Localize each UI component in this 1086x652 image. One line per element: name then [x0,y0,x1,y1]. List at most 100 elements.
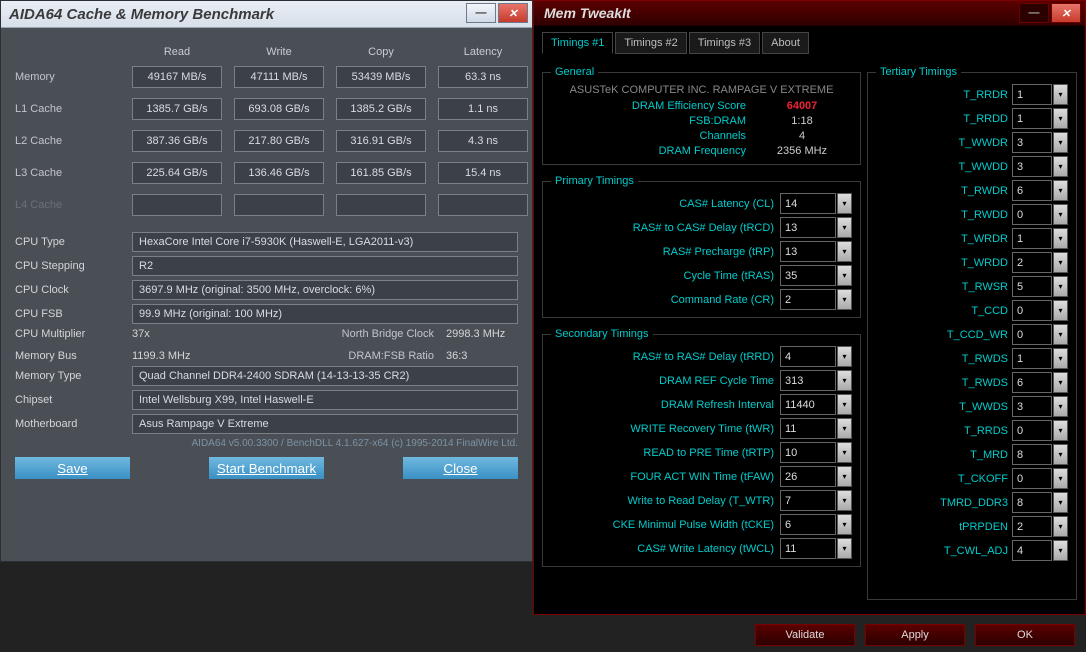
timing-input[interactable] [1012,348,1052,369]
chevron-down-icon[interactable]: ▾ [837,418,852,439]
timing-input[interactable] [1012,84,1052,105]
timing-input[interactable] [1012,108,1052,129]
chevron-down-icon[interactable]: ▾ [1053,180,1068,201]
chevron-down-icon[interactable]: ▾ [837,346,852,367]
timing-input[interactable] [780,538,836,559]
chevron-down-icon[interactable]: ▾ [837,370,852,391]
timing-input[interactable] [1012,420,1052,441]
tab-timings-3[interactable]: Timings #3 [689,32,760,54]
timing-spinner[interactable]: ▾ [1012,84,1068,105]
timing-spinner[interactable]: ▾ [1012,516,1068,537]
timing-spinner[interactable]: ▾ [1012,540,1068,561]
cell-memory-write[interactable]: 47111 MB/s [234,66,324,88]
cell-l1-read[interactable]: 1385.7 GB/s [132,98,222,120]
timing-input[interactable] [780,370,836,391]
timing-spinner[interactable]: ▾ [1012,396,1068,417]
chevron-down-icon[interactable]: ▾ [1053,156,1068,177]
chevron-down-icon[interactable]: ▾ [1053,348,1068,369]
timing-spinner[interactable]: ▾ [1012,252,1068,273]
chevron-down-icon[interactable]: ▾ [1053,132,1068,153]
timing-input[interactable] [1012,276,1052,297]
timing-spinner[interactable]: ▾ [780,193,852,214]
chevron-down-icon[interactable]: ▾ [1053,324,1068,345]
chevron-down-icon[interactable]: ▾ [1053,396,1068,417]
timing-input[interactable] [780,418,836,439]
timing-spinner[interactable]: ▾ [1012,372,1068,393]
timing-spinner[interactable]: ▾ [780,538,852,559]
minimize-button[interactable]: — [1019,3,1049,23]
timing-input[interactable] [1012,180,1052,201]
close-button[interactable]: ✕ [1051,3,1081,23]
cell-l2-copy[interactable]: 316.91 GB/s [336,130,426,152]
cell-memory-lat[interactable]: 63.3 ns [438,66,528,88]
timing-input[interactable] [780,514,836,535]
chevron-down-icon[interactable]: ▾ [837,538,852,559]
timing-input[interactable] [1012,300,1052,321]
timing-input[interactable] [1012,204,1052,225]
chevron-down-icon[interactable]: ▾ [837,490,852,511]
timing-input[interactable] [780,490,836,511]
timing-input[interactable] [1012,540,1052,561]
chevron-down-icon[interactable]: ▾ [837,241,852,262]
cell-l1-lat[interactable]: 1.1 ns [438,98,528,120]
timing-spinner[interactable]: ▾ [1012,276,1068,297]
chevron-down-icon[interactable]: ▾ [837,466,852,487]
tab-about[interactable]: About [762,32,809,54]
cell-memory-copy[interactable]: 53439 MB/s [336,66,426,88]
timing-spinner[interactable]: ▾ [1012,420,1068,441]
minimize-button[interactable]: — [466,3,496,23]
chevron-down-icon[interactable]: ▾ [837,442,852,463]
timing-spinner[interactable]: ▾ [780,418,852,439]
timing-input[interactable] [1012,444,1052,465]
timing-input[interactable] [780,241,836,262]
timing-spinner[interactable]: ▾ [1012,324,1068,345]
cell-l2-read[interactable]: 387.36 GB/s [132,130,222,152]
timing-spinner[interactable]: ▾ [1012,492,1068,513]
timing-input[interactable] [780,289,836,310]
chevron-down-icon[interactable]: ▾ [837,193,852,214]
chevron-down-icon[interactable]: ▾ [837,514,852,535]
cell-memory-read[interactable]: 49167 MB/s [132,66,222,88]
aida64-titlebar[interactable]: AIDA64 Cache & Memory Benchmark — ✕ [1,1,532,28]
timing-input[interactable] [780,265,836,286]
timing-spinner[interactable]: ▾ [780,490,852,511]
timing-input[interactable] [780,217,836,238]
chevron-down-icon[interactable]: ▾ [1053,372,1068,393]
ok-button[interactable]: OK [975,624,1075,646]
cell-l2-lat[interactable]: 4.3 ns [438,130,528,152]
chevron-down-icon[interactable]: ▾ [1053,228,1068,249]
chevron-down-icon[interactable]: ▾ [1053,204,1068,225]
timing-spinner[interactable]: ▾ [780,289,852,310]
timing-spinner[interactable]: ▾ [1012,348,1068,369]
chevron-down-icon[interactable]: ▾ [1053,516,1068,537]
start-benchmark-button[interactable]: Start Benchmark [209,457,324,479]
chevron-down-icon[interactable]: ▾ [837,394,852,415]
timing-spinner[interactable]: ▾ [1012,180,1068,201]
cell-l3-copy[interactable]: 161.85 GB/s [336,162,426,184]
timing-spinner[interactable]: ▾ [1012,132,1068,153]
cell-l3-read[interactable]: 225.64 GB/s [132,162,222,184]
timing-spinner[interactable]: ▾ [780,217,852,238]
timing-spinner[interactable]: ▾ [780,346,852,367]
timing-spinner[interactable]: ▾ [1012,156,1068,177]
timing-spinner[interactable]: ▾ [1012,228,1068,249]
timing-input[interactable] [1012,252,1052,273]
chevron-down-icon[interactable]: ▾ [837,217,852,238]
cell-l3-lat[interactable]: 15.4 ns [438,162,528,184]
timing-spinner[interactable]: ▾ [1012,444,1068,465]
timing-spinner[interactable]: ▾ [780,514,852,535]
tab-timings-2[interactable]: Timings #2 [615,32,686,54]
save-button[interactable]: Save [15,457,130,479]
cell-l2-write[interactable]: 217.80 GB/s [234,130,324,152]
timing-input[interactable] [780,193,836,214]
timing-spinner[interactable]: ▾ [780,442,852,463]
timing-input[interactable] [1012,516,1052,537]
timing-input[interactable] [1012,156,1052,177]
cell-l1-write[interactable]: 693.08 GB/s [234,98,324,120]
chevron-down-icon[interactable]: ▾ [1053,540,1068,561]
timing-input[interactable] [1012,324,1052,345]
apply-button[interactable]: Apply [865,624,965,646]
validate-button[interactable]: Validate [755,624,855,646]
chevron-down-icon[interactable]: ▾ [1053,108,1068,129]
cell-l3-write[interactable]: 136.46 GB/s [234,162,324,184]
